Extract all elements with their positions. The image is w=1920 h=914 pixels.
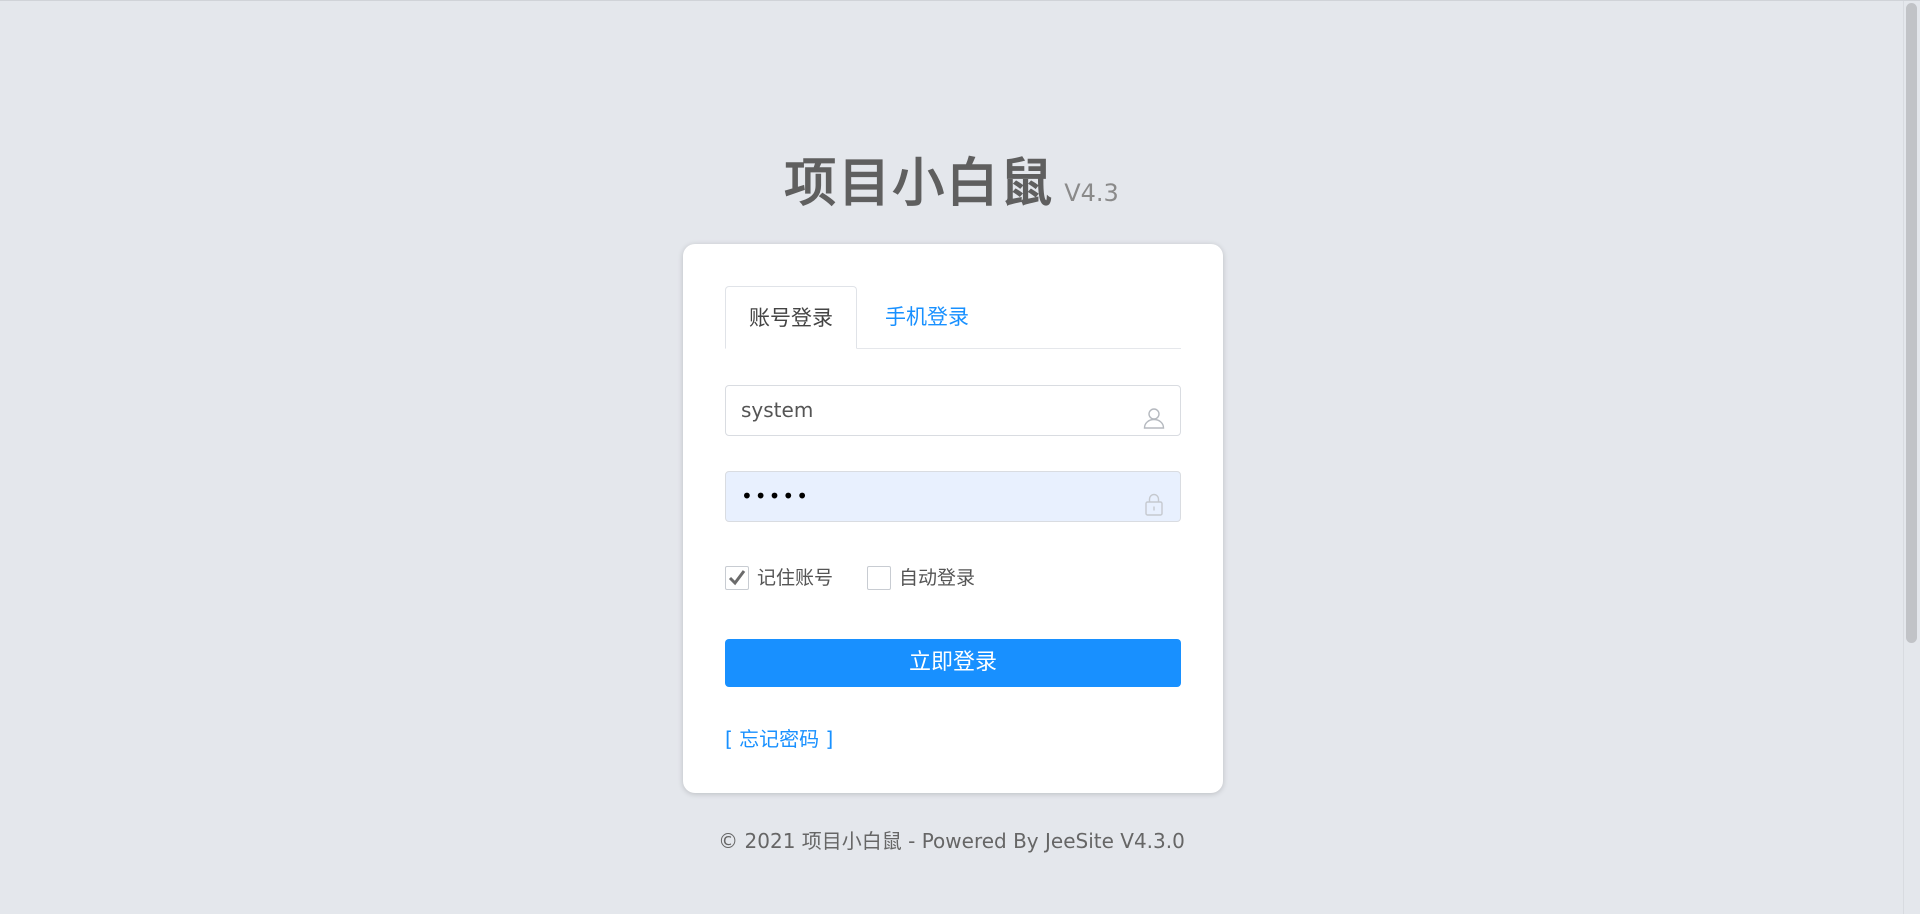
login-card: 账号登录 手机登录 system ••••• 记住账号 自动登录 立即登录 [… [683, 244, 1223, 793]
app-version: V4.3 [1064, 179, 1119, 207]
forgot-password-link[interactable]: [ 忘记密码 ] [725, 723, 833, 752]
remember-account-option[interactable]: 记住账号 [725, 563, 833, 591]
auto-login-label: 自动登录 [899, 566, 976, 589]
remember-account-label: 记住账号 [757, 566, 834, 589]
checkmark-icon [728, 569, 746, 585]
app-header: 项目小白鼠 V4.3 [0, 141, 1903, 216]
lock-icon [1142, 485, 1166, 516]
password-field[interactable]: ••••• [725, 471, 1181, 522]
login-page: 项目小白鼠 V4.3 账号登录 手机登录 system ••••• 记住账号 自… [0, 0, 1920, 914]
remember-account-checkbox[interactable] [725, 565, 749, 590]
scrollbar-thumb[interactable] [1906, 3, 1917, 643]
password-value: ••••• [741, 484, 810, 508]
user-icon [1142, 399, 1166, 429]
auto-login-option[interactable]: 自动登录 [867, 563, 975, 591]
tab-phone-login[interactable]: 手机登录 [857, 286, 997, 348]
username-field[interactable]: system [725, 385, 1181, 436]
vertical-scrollbar[interactable] [1903, 1, 1920, 914]
footer-copyright: © 2021 项目小白鼠 - Powered By JeeSite V4.3.0 [718, 829, 1185, 853]
tab-account-login[interactable]: 账号登录 [725, 286, 857, 349]
username-value: system [741, 398, 814, 422]
auto-login-checkbox[interactable] [867, 565, 891, 590]
app-title: 项目小白鼠 [784, 154, 1055, 214]
login-tabs: 账号登录 手机登录 [725, 286, 1181, 349]
login-button[interactable]: 立即登录 [725, 639, 1181, 687]
